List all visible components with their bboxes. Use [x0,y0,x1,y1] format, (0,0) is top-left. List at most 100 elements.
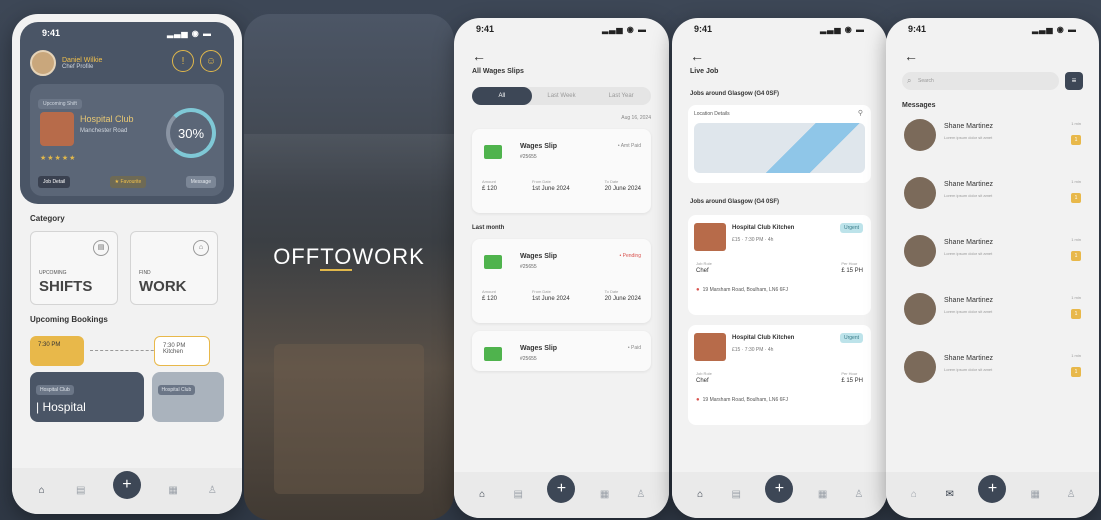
add-button[interactable]: + [547,475,576,503]
pay-value: £ 15 PH [841,268,863,274]
message-preview: Lorem ipsum dolor sit amet [944,135,993,140]
search-input[interactable]: Search [902,72,1059,90]
message-time: 1 min [1071,237,1081,242]
wages-slip-card[interactable]: Wages Slip #25655 • Amt Paid Amount £ 120… [472,129,651,213]
grid-icon[interactable]: ▦ [816,488,830,502]
calendar-icon: ▤ [93,240,109,256]
wages-slip-card[interactable]: Wages Slip #25655 • Pending Amount £ 120 … [472,239,651,323]
message-row[interactable]: Shane Martinez Lorem ipsum dolor sit ame… [902,341,1083,399]
home-icon[interactable]: ⌂ [693,488,707,502]
tab-last-week[interactable]: Last Week [532,87,592,105]
message-preview: Lorem ipsum dolor sit amet [944,193,993,198]
add-button[interactable]: + [765,475,794,503]
home-icon[interactable]: ⌂ [475,488,489,502]
unread-badge: 1 [1071,193,1081,203]
job-tag: Upcoming Shift [38,99,82,109]
list-icon[interactable]: ▤ [74,484,88,498]
pay-key: Per Hour [841,261,858,266]
category-small-label: UPCOMING [39,270,67,276]
list-icon[interactable]: ▤ [511,488,525,502]
profile-icon[interactable]: ☺ [200,50,222,72]
user-icon[interactable]: ♙ [1064,488,1078,502]
messages-screen: 9:41 ▂▃▅ ◉ ▬ ← Search ≡ Messages Shane M… [886,18,1099,518]
rating-stars: ★★★★★ [40,155,77,162]
favourite-button[interactable]: ★ Favourite [109,176,147,188]
notification-icon[interactable]: ! [172,50,194,72]
home-screen: 9:41 ▂▃▅ ◉ ▬ Daniel Wilkie Chef Profile … [12,14,242,514]
back-arrow-icon[interactable]: ← [472,48,669,64]
grid-icon[interactable]: ▦ [166,484,180,498]
message-row[interactable]: Shane Martinez Lorem ipsum dolor sit ame… [902,109,1083,167]
filter-icon[interactable]: ≡ [1065,72,1083,90]
booking-card[interactable]: Hospital Club [151,372,224,422]
location-card[interactable]: Location Details ⚲ [688,105,871,183]
to-value: 20 June 2024 [604,296,641,302]
messages-heading: Messages [902,102,936,109]
grid-icon[interactable]: ▦ [1028,488,1042,502]
section-heading: Jobs around Glasgow (G4 0SF) [690,91,780,97]
job-title: Hospital Club Kitchen [732,335,795,341]
time-slot-active[interactable]: 7:30 PM [30,336,84,366]
avatar[interactable] [30,50,56,76]
job-subtitle: Manchester Road [80,128,128,134]
from-key: From Date [531,289,551,294]
role-key: Job Role [696,261,712,266]
amount-key: Amount [482,289,496,294]
to-key: To Date [604,289,619,294]
splash-screen: OFFTOWORK [244,14,454,520]
amount-value: £ 120 [482,296,498,302]
showcase-background: 9:41 ▂▃▅ ◉ ▬ Daniel Wilkie Chef Profile … [0,0,1101,520]
role-key: Job Role [696,371,712,376]
to-key: To Date [604,179,619,184]
slip-status: • Amt Paid [617,143,641,149]
user-icon[interactable]: ♙ [205,484,219,498]
category-shifts[interactable]: ▤ UPCOMING SHIFTS [30,231,118,305]
home-icon[interactable]: ⌂ [907,488,921,502]
current-job-card[interactable]: Upcoming Shift Hospital Club Manchester … [30,84,224,196]
back-arrow-icon[interactable]: ← [904,48,1099,64]
brand-logo: OFFTOWORK [256,244,442,271]
logo-part: TO [320,244,353,271]
booking-card[interactable]: Hospital Club | Hospital [30,372,144,422]
status-icons: ▂▃▅ ◉ ▬ [602,24,647,34]
message-row[interactable]: Shane Martinez Lorem ipsum dolor sit ame… [902,225,1083,283]
slip-date: Aug 16, 2024 [621,115,651,121]
message-row[interactable]: Shane Martinez Lorem ipsum dolor sit ame… [902,167,1083,225]
job-card[interactable]: Hospital Club Kitchen Urgent £15 · 7:30 … [688,215,871,315]
tab-last-year[interactable]: Last Year [591,87,651,105]
wages-slip-card[interactable]: Wages Slip #25655 • Paid [472,331,651,371]
back-arrow-icon[interactable]: ← [690,48,887,64]
chat-icon[interactable]: ✉ [943,488,957,502]
message-row[interactable]: Shane Martinez Lorem ipsum dolor sit ame… [902,283,1083,341]
message-preview: Lorem ipsum dolor sit amet [944,309,993,314]
home-icon[interactable]: ⌂ [35,484,49,498]
progress-label: 30% [177,125,205,141]
message-preview: Lorem ipsum dolor sit amet [944,251,993,256]
grid-icon[interactable]: ▦ [598,488,612,502]
urgent-badge: Urgent [839,333,863,343]
urgent-badge: Urgent [839,223,863,233]
job-detail-button[interactable]: Job Detail [38,176,71,188]
page-title: All Wages Slips [472,68,524,75]
status-icons: ▂▃▅ ◉ ▬ [820,24,865,34]
time-slot-next[interactable]: 7:30 PM Kitchen [154,336,210,366]
live-jobs-screen: 9:41 ▂▃▅ ◉ ▬ ← Live Job Jobs around Glas… [672,18,887,518]
slip-status: • Pending [619,253,642,259]
message-button[interactable]: Message [185,176,216,188]
category-big-label: WORK [139,278,187,295]
unread-badge: 1 [1071,135,1081,145]
category-work[interactable]: ⌂ FIND WORK [130,231,218,305]
add-button[interactable]: + [112,471,141,499]
user-icon[interactable]: ♙ [634,488,648,502]
sender-name: Shane Martinez [944,355,994,362]
map-preview[interactable] [694,123,865,173]
user-icon[interactable]: ♙ [852,488,866,502]
from-value: 1st June 2024 [531,296,570,302]
tab-all[interactable]: All [472,87,532,105]
add-button[interactable]: + [978,475,1007,503]
list-icon[interactable]: ▤ [729,488,743,502]
booking-title: | Hospital [36,400,86,414]
user-role: Chef Profile [62,63,94,70]
job-card[interactable]: Hospital Club Kitchen Urgent £15 · 7:30 … [688,325,871,425]
section-heading: Jobs around Glasgow (G4 0SF) [690,199,780,205]
